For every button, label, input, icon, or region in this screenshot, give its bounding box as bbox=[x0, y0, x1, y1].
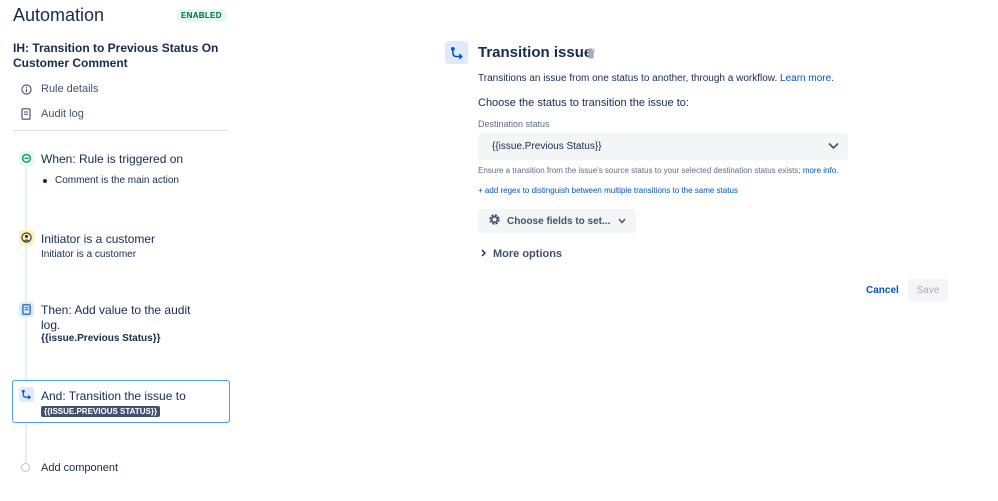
help-text: Ensure a transition from the issue's sou… bbox=[478, 166, 838, 175]
rule-sidebar: Automation ENABLED IH: Transition to Pre… bbox=[0, 0, 240, 501]
status-badge: ENABLED bbox=[177, 9, 226, 22]
audit-log-icon bbox=[19, 302, 34, 317]
destination-status-value: {{issue.Previous Status}} bbox=[492, 141, 602, 152]
chevron-down-icon bbox=[828, 142, 839, 153]
step-trigger-bullet: Comment is the main action bbox=[43, 175, 179, 186]
user-circle-icon bbox=[19, 230, 34, 245]
nav-audit-log[interactable]: Audit log bbox=[20, 108, 84, 120]
chevron-right-icon bbox=[481, 248, 486, 260]
learn-more-link[interactable]: Learn more. bbox=[780, 73, 834, 84]
transition-icon bbox=[445, 41, 468, 64]
gear-icon bbox=[488, 213, 501, 229]
page-title: Automation bbox=[13, 5, 105, 25]
destination-status-label: Destination status bbox=[478, 119, 550, 129]
choose-fields-button[interactable]: Choose fields to set... bbox=[478, 209, 636, 233]
step-condition-title[interactable]: Initiator is a customer bbox=[41, 232, 155, 246]
nav-label: Audit log bbox=[41, 108, 84, 120]
step-action1-title-line2[interactable]: log. bbox=[41, 318, 60, 332]
panel-title: Transition issue bbox=[478, 44, 593, 61]
step-action1-title-line1[interactable]: Then: Add value to the audit bbox=[41, 303, 190, 317]
rule-name: IH: Transition to Previous Status On Cus… bbox=[13, 41, 219, 70]
step-action2-title[interactable]: And: Transition the issue to bbox=[41, 389, 186, 403]
chevron-down-icon bbox=[618, 216, 626, 227]
step-trigger-title[interactable]: When: Rule is triggered on bbox=[41, 152, 183, 166]
save-button[interactable]: Save bbox=[908, 279, 948, 302]
step-action2-tag: {{ISSUE.PREVIOUS STATUS}} bbox=[41, 406, 161, 417]
cancel-button[interactable]: Cancel bbox=[866, 285, 899, 296]
timeline-line-end bbox=[25, 430, 27, 465]
more-info-link[interactable]: more info. bbox=[803, 166, 839, 175]
help-text-body: Ensure a transition from the issue's sou… bbox=[478, 166, 801, 175]
speech-bubble-icon bbox=[19, 151, 34, 166]
nav-label: Rule details bbox=[41, 83, 99, 95]
transition-icon bbox=[19, 387, 34, 402]
divider bbox=[13, 130, 228, 131]
more-options-label: More options bbox=[493, 248, 563, 260]
description-text: Transitions an issue from one status to … bbox=[478, 73, 778, 84]
bullet-dot bbox=[43, 178, 47, 183]
add-regex-link[interactable]: + add regex to distinguish between multi… bbox=[478, 186, 738, 195]
trash-icon[interactable] bbox=[586, 46, 596, 64]
choose-status-label: Choose the status to transition the issu… bbox=[478, 97, 689, 109]
step-action1-value: {{issue.Previous Status}} bbox=[41, 333, 161, 344]
panel-description: Transitions an issue from one status to … bbox=[478, 73, 834, 84]
step-condition-subtitle: Initiator is a customer bbox=[41, 249, 137, 260]
add-component-link[interactable]: Add component bbox=[41, 462, 118, 474]
nav-rule-details[interactable]: Rule details bbox=[20, 83, 98, 95]
document-icon bbox=[20, 108, 32, 120]
info-icon bbox=[20, 83, 32, 95]
add-component-dot bbox=[21, 463, 30, 472]
choose-fields-label: Choose fields to set... bbox=[507, 215, 611, 227]
bullet-text: Comment is the main action bbox=[55, 175, 179, 186]
more-options-toggle[interactable]: More options bbox=[481, 248, 562, 260]
destination-status-select[interactable]: {{issue.Previous Status}} bbox=[478, 133, 848, 160]
